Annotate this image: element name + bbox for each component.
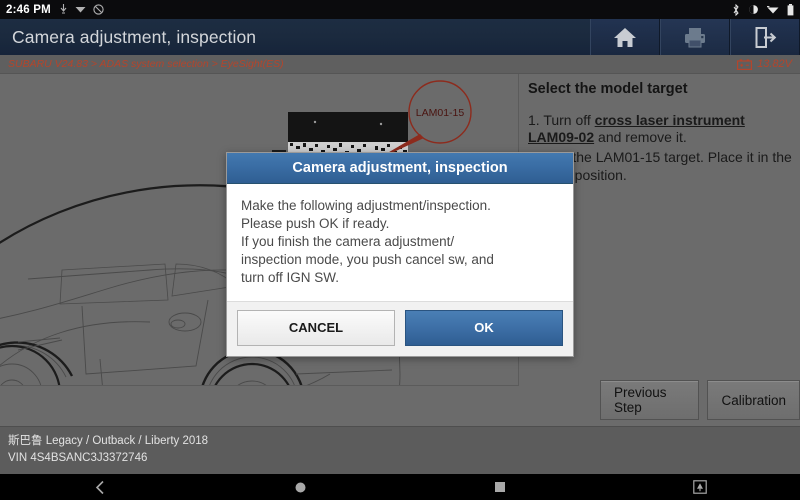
ok-button[interactable]: OK [405, 309, 563, 346]
confirmation-dialog: Camera adjustment, inspection Make the f… [226, 152, 574, 357]
cancel-button[interactable]: CANCEL [237, 309, 395, 346]
dialog-message-line-4: inspection mode, you push cancel sw, and [241, 251, 494, 267]
dialog-message-line-2: Please push OK if ready. [241, 215, 390, 231]
app-root: 2:46 PM Camera adjustment, inspection SU… [0, 0, 800, 500]
dialog-message: Make the following adjustment/inspection… [227, 184, 573, 301]
dialog-message-line-3: If you finish the camera adjustment/ [241, 233, 455, 249]
dialog-title: Camera adjustment, inspection [227, 153, 573, 184]
dialog-message-line-1: Make the following adjustment/inspection… [241, 198, 491, 213]
dialog-button-row: CANCEL OK [227, 300, 573, 356]
dialog-message-line-5: turn off IGN SW. [241, 269, 340, 285]
